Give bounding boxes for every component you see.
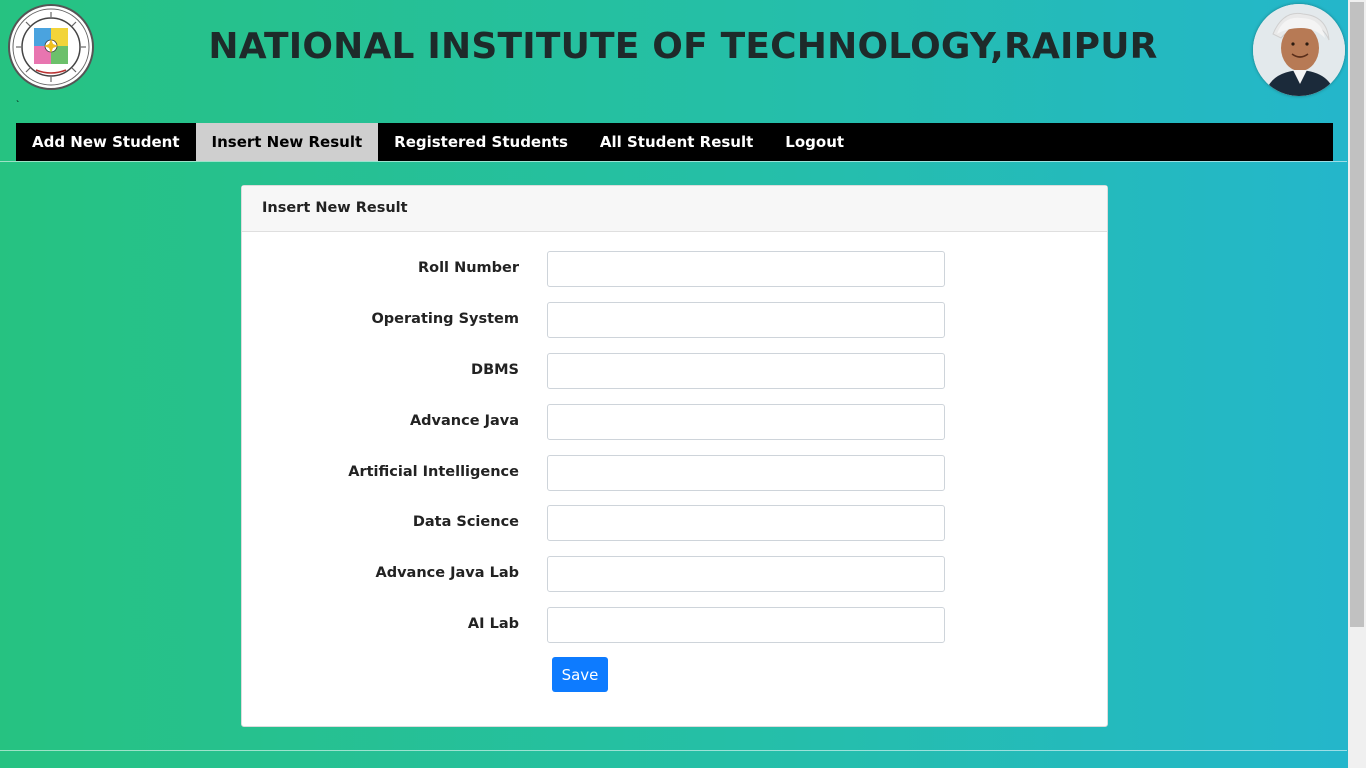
- artificial-intelligence-label: Artificial Intelligence: [348, 464, 519, 480]
- form-row-advance-java-lab: Advance Java Lab: [242, 556, 1109, 592]
- form-row-dbms: DBMS: [242, 353, 1109, 389]
- form-row-data-science: Data Science: [242, 505, 1109, 541]
- operating-system-input[interactable]: [547, 302, 945, 338]
- data-science-input[interactable]: [547, 505, 945, 541]
- save-button[interactable]: Save: [552, 657, 608, 692]
- form-row-ai-lab: AI Lab: [242, 607, 1109, 643]
- content-divider-top: [0, 161, 1347, 162]
- nav-add-new-student[interactable]: Add New Student: [16, 123, 196, 161]
- advance-java-input[interactable]: [547, 404, 945, 440]
- form-row-artificial-intelligence: Artificial Intelligence: [242, 455, 1109, 491]
- insert-result-card: Insert New Result Roll Number Operating …: [241, 185, 1108, 727]
- artificial-intelligence-input[interactable]: [547, 455, 945, 491]
- card-title: Insert New Result: [242, 186, 1107, 232]
- user-avatar: [1253, 4, 1345, 96]
- site-title: NATIONAL INSTITUTE OF TECHNOLOGY,RAIPUR: [208, 26, 1158, 67]
- dbms-input[interactable]: [547, 353, 945, 389]
- advance-java-lab-input[interactable]: [547, 556, 945, 592]
- scrollbar-thumb[interactable]: [1350, 2, 1364, 627]
- ai-lab-input[interactable]: [547, 607, 945, 643]
- form-row-advance-java: Advance Java: [242, 404, 1109, 440]
- ai-lab-label: AI Lab: [467, 616, 519, 632]
- roll-number-label: Roll Number: [417, 260, 519, 276]
- data-science-label: Data Science: [412, 514, 519, 530]
- nav-all-student-result[interactable]: All Student Result: [584, 123, 769, 161]
- advance-java-label: Advance Java: [409, 413, 519, 429]
- page-scrollbar[interactable]: [1348, 0, 1366, 768]
- main-navbar: Add New Student Insert New Result Regist…: [16, 123, 1333, 161]
- advance-java-lab-label: Advance Java Lab: [375, 565, 519, 581]
- form-row-roll-number: Roll Number: [242, 251, 1109, 287]
- nav-registered-students[interactable]: Registered Students: [378, 123, 584, 161]
- content-divider-bottom: [0, 750, 1347, 751]
- form-row-operating-system: Operating System: [242, 302, 1109, 338]
- nav-insert-new-result[interactable]: Insert New Result: [195, 123, 379, 161]
- roll-number-input[interactable]: [547, 251, 945, 287]
- nav-logout[interactable]: Logout: [769, 123, 860, 161]
- dbms-label: DBMS: [471, 362, 519, 378]
- operating-system-label: Operating System: [371, 311, 519, 327]
- stray-mark: `: [16, 100, 20, 111]
